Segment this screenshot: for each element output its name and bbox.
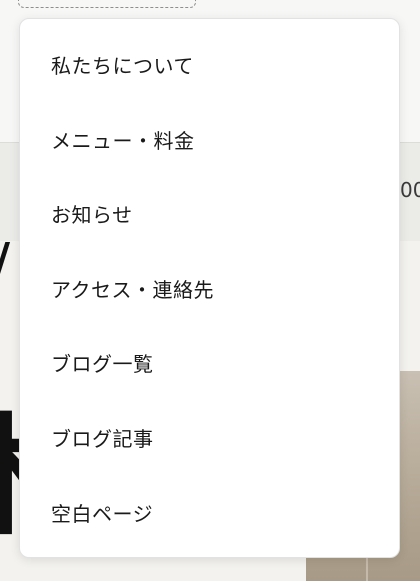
- menu-item-menu-pricing[interactable]: メニュー・料金: [20, 104, 399, 179]
- menu-item-blog-list[interactable]: ブログ一覧: [20, 327, 399, 402]
- menu-item-blank-page[interactable]: 空白ページ: [20, 477, 399, 552]
- band-edge-text: 00: [400, 178, 420, 202]
- menu-item-about[interactable]: 私たちについて: [20, 29, 399, 104]
- hero-heading-fragment: /: [0, 238, 10, 282]
- navigation-dropdown-menu: 私たちについて メニュー・料金 お知らせ アクセス・連絡先 ブログ一覧 ブログ記…: [19, 18, 400, 558]
- menu-item-blog-post[interactable]: ブログ記事: [20, 402, 399, 477]
- menu-item-access-contact[interactable]: アクセス・連絡先: [20, 253, 399, 328]
- menu-item-news[interactable]: お知らせ: [20, 178, 399, 253]
- page: 00 / 林 私たちについて メニュー・料金 お知らせ アクセス・連絡先 ブログ…: [0, 0, 420, 581]
- dashed-outline-box: [18, 0, 196, 8]
